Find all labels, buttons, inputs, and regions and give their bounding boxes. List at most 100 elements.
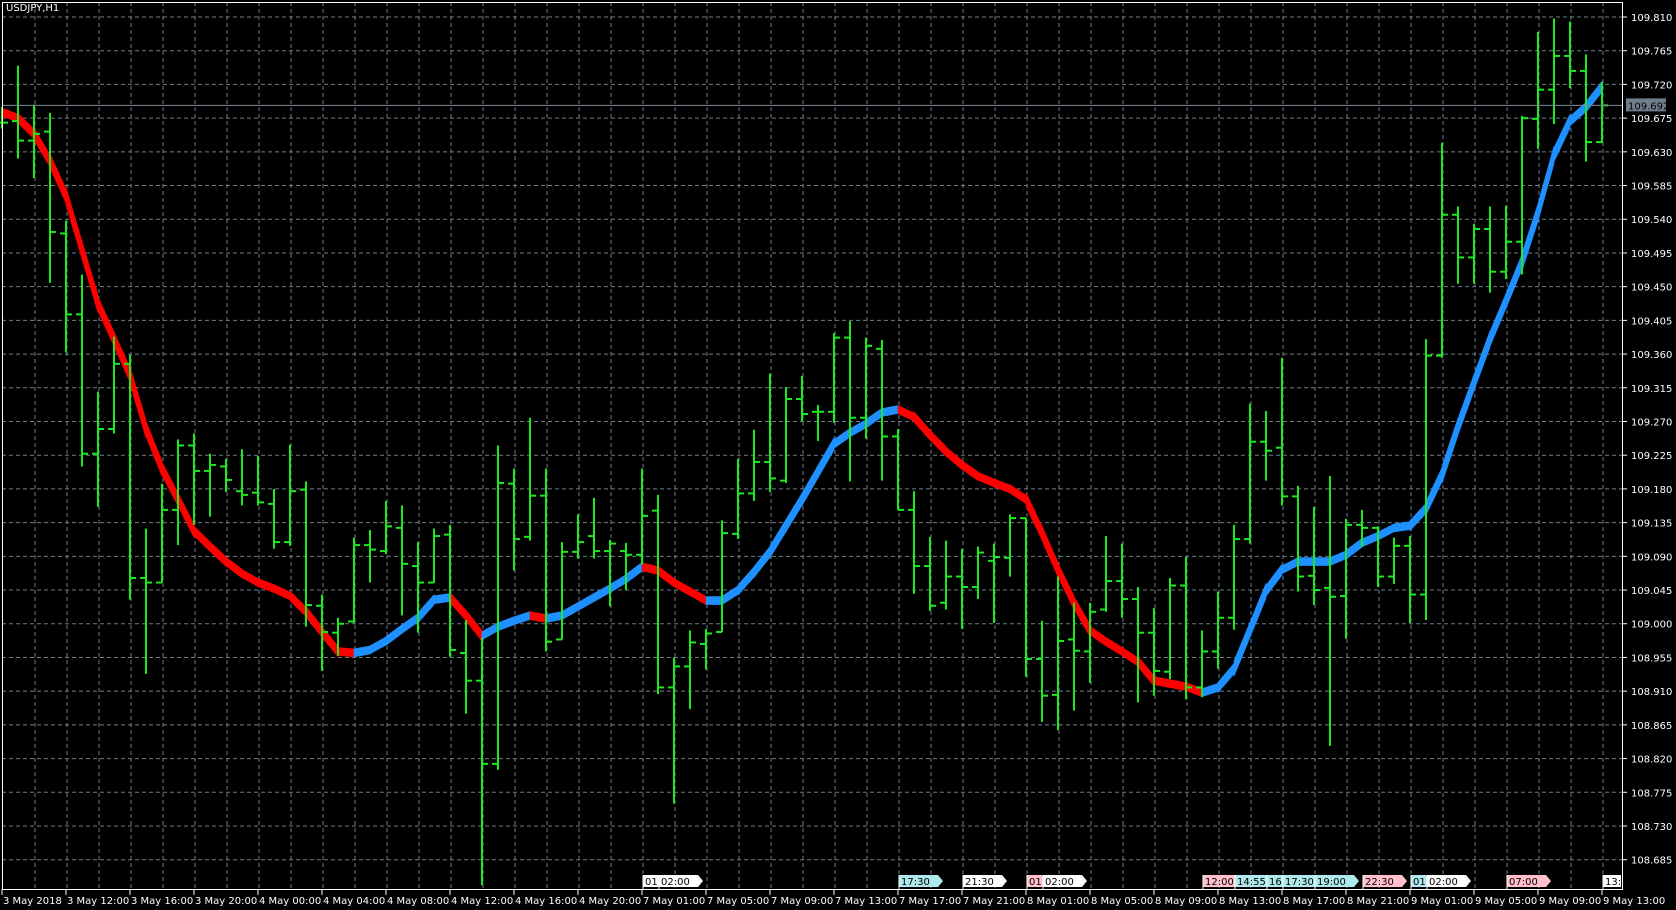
event-flag-label: 17:30 [901, 877, 930, 888]
ma-segment [881, 405, 899, 417]
ma-segment [801, 464, 819, 507]
ohlc-bar [284, 444, 296, 546]
event-flags: 01: 02:00 17:30 21:30 01: 02:00 12:00 14:55 16: 1… [642, 875, 1627, 889]
ma-segment [1361, 531, 1379, 548]
ohlc-bar [1164, 578, 1176, 680]
ma-segment [161, 461, 179, 507]
ma-segment [721, 585, 739, 606]
current-price-label: 109.692 [1628, 101, 1669, 112]
time-tick-label: 9 May 09:00 [1539, 896, 1601, 907]
ohlc-bar [1020, 517, 1032, 677]
ohlc-bar [1100, 536, 1112, 612]
ohlc-bar [892, 428, 904, 511]
ma-segment [449, 591, 467, 622]
time-tick-label: 8 May 21:00 [1347, 896, 1409, 907]
price-tick-label: 109.405 [1631, 316, 1672, 327]
time-tick-label: 8 May 13:00 [1219, 896, 1281, 907]
event-flag-label: 02:00 [1045, 877, 1074, 888]
time-tick-label: 4 May 12:00 [451, 896, 513, 907]
price-tick-label: 108.910 [1631, 687, 1672, 698]
ohlc-bar [156, 483, 168, 584]
ohlc-bar [1244, 403, 1256, 544]
event-flag-label: 02:00 [661, 877, 690, 888]
time-tick-label: 4 May 00:00 [259, 896, 321, 907]
ma-segment [1265, 563, 1283, 598]
ma-segment [497, 616, 515, 632]
ohlc-bar [1420, 339, 1432, 620]
ma-segment [817, 436, 835, 480]
ma-segment [1313, 557, 1331, 566]
ohlc-bar [716, 520, 728, 633]
time-tick-label: 4 May 20:00 [579, 896, 641, 907]
time-tick-label: 8 May 01:00 [1027, 896, 1089, 907]
ohlc-bar [748, 429, 760, 501]
ohlc-bar [780, 387, 792, 483]
ohlc-bar [1468, 223, 1480, 284]
ohlc-bar [924, 536, 936, 612]
ohlc-bar [684, 630, 696, 710]
ma-segment [593, 583, 611, 603]
event-flag-label: 02:00 [1429, 877, 1458, 888]
price-chart[interactable]: 109.810 109.765 109.720 109.675 109.630 109.5… [0, 0, 1676, 910]
ohlc-bar [476, 637, 488, 886]
ma-segment [1521, 203, 1539, 271]
ma-segment [1297, 557, 1315, 566]
ma-segment [785, 492, 803, 533]
ma-segment [1473, 330, 1491, 391]
ma-segment [225, 556, 243, 579]
ma-segment [1441, 417, 1459, 484]
ma-segment [1073, 595, 1091, 638]
ohlc-bar [508, 468, 520, 571]
time-tick-label: 7 May 17:00 [899, 896, 961, 907]
ohlc-bar [204, 453, 216, 517]
event-flag: 22:30 [1362, 875, 1407, 889]
price-tick-label: 109.045 [1631, 586, 1672, 597]
ohlc-bar [92, 391, 104, 507]
event-flag: 02:00 [1426, 875, 1471, 889]
ma-segment [673, 577, 691, 597]
price-tick-label: 108.820 [1631, 755, 1672, 766]
time-tick-label: 4 May 08:00 [387, 896, 449, 907]
price-tick-label: 108.955 [1631, 653, 1672, 664]
ohlc-bar [1564, 21, 1576, 89]
ma-segment [1089, 625, 1107, 647]
event-flag-label: 13:0 [1605, 877, 1627, 888]
ma-segment [993, 478, 1011, 494]
price-tick-label: 109.630 [1631, 148, 1672, 159]
ma-segment [193, 525, 211, 553]
price-tick-label: 109.225 [1631, 451, 1672, 462]
ma-segment [1409, 502, 1427, 532]
time-tick-label: 8 May 17:00 [1283, 896, 1345, 907]
ma-segment [1057, 562, 1075, 610]
price-tick-label: 109.585 [1631, 182, 1672, 193]
time-tick-label: 7 May 05:00 [707, 896, 769, 907]
ohlc-bar [940, 540, 952, 610]
price-tick-label: 108.685 [1631, 856, 1672, 867]
ma-segment [1121, 646, 1139, 667]
ma-segment [113, 331, 131, 383]
price-axis[interactable]: 109.810 109.765 109.720 109.675 109.630 109.5… [1622, 13, 1672, 867]
ohlc-bar [1004, 514, 1016, 577]
price-tick-label: 109.765 [1631, 47, 1672, 58]
price-tick-label: 109.180 [1631, 485, 1672, 496]
price-tick-label: 109.675 [1631, 114, 1672, 125]
ohlc-bar [1132, 587, 1144, 703]
ma-segment [545, 611, 563, 623]
ma-segment [961, 460, 979, 482]
ohlc-bar [428, 528, 440, 584]
event-flag: 02:00 [1042, 875, 1087, 889]
ohlc-bar [1340, 518, 1352, 639]
ohlc-bar [668, 657, 680, 804]
time-tick-label: 7 May 13:00 [835, 896, 897, 907]
time-tick-label: 7 May 09:00 [771, 896, 833, 907]
price-tick-label: 109.810 [1631, 13, 1672, 24]
ohlc-bar [1292, 485, 1304, 592]
ma-segment [1185, 682, 1203, 698]
ma-segment [1137, 655, 1155, 687]
time-axis[interactable]: 3 May 2018 3 May 12:00 3 May 16:00 3 May 20… [1, 889, 1665, 907]
event-flag: 07:00 [1506, 875, 1551, 889]
ma-segment [1457, 374, 1475, 436]
time-tick-label: 8 May 09:00 [1155, 896, 1217, 907]
time-tick-label: 3 May 20:00 [195, 896, 257, 907]
ma-segment [625, 561, 643, 584]
